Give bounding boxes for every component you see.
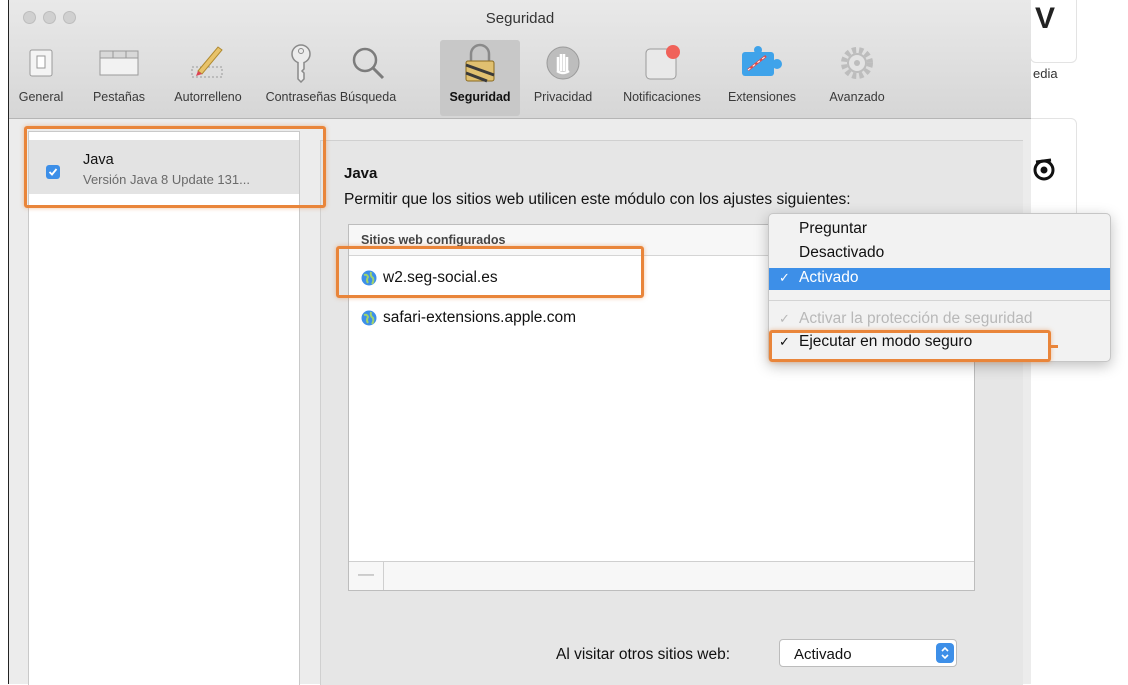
highlight-box-modo-seguro [769,330,1051,362]
tab-extensiones[interactable]: Extensiones [714,42,810,114]
tab-seguridad[interactable]: Seguridad [440,40,520,116]
other-sites-label: Al visitar otros sitios web: [556,646,730,663]
menu-item-preguntar[interactable]: Preguntar [769,219,1110,241]
lock-icon [463,42,497,84]
highlight-box-java [24,126,326,208]
hand-icon [545,42,581,84]
table-footer: — [349,561,974,590]
tab-pestanas[interactable]: Pestañas [86,42,152,114]
tab-busqueda[interactable]: Búsqueda [334,42,402,114]
plugin-list: Java Versión Java 8 Update 131... [28,131,300,685]
pencil-icon [188,42,228,84]
menu-item-activado[interactable]: ✓ Activado [769,268,1110,290]
site-name: safari-extensions.apple.com [383,309,576,326]
highlight-box-tail [1048,345,1058,348]
tab-general[interactable]: General [10,42,72,114]
tab-notificaciones[interactable]: Notificaciones [612,42,712,114]
search-icon [350,42,386,84]
tab-privacidad[interactable]: Privacidad [526,42,600,114]
tab-autorrelleno[interactable]: Autorrelleno [162,42,254,114]
globe-icon [361,310,377,326]
tab-contrasenas[interactable]: Contraseñas [258,42,344,114]
gear-icon [838,42,876,84]
updown-chevron-icon [936,643,954,663]
highlight-box-site [336,246,644,298]
other-sites-value: Activado [794,646,852,663]
puzzle-icon [740,42,784,84]
settings-description: Permitir que los sitios web utilicen est… [344,191,851,208]
key-icon [287,42,315,84]
owl-logo-icon [1033,158,1055,181]
notification-icon [642,42,682,84]
background-card: V [1030,0,1077,63]
menu-separator [769,300,1110,301]
check-icon: ✓ [779,311,790,326]
tab-avanzado[interactable]: Avanzado [818,42,896,114]
other-sites-select[interactable]: Activado [779,639,957,667]
table-header-label: Sitios web configurados [361,233,506,247]
remove-site-button[interactable]: — [349,562,384,590]
menu-item-desactivado[interactable]: Desactivado [769,243,1110,265]
check-icon: ✓ [779,270,790,285]
tabs-icon [99,42,139,84]
site-row[interactable]: safari-extensions.apple.com [361,309,576,327]
menu-item-activar-proteccion: ✓ Activar la protección de seguridad [779,310,1033,327]
window-title: Seguridad [485,10,555,27]
background-text: edia [1033,66,1058,81]
switch-icon [28,42,54,84]
settings-title: Java [344,165,378,182]
